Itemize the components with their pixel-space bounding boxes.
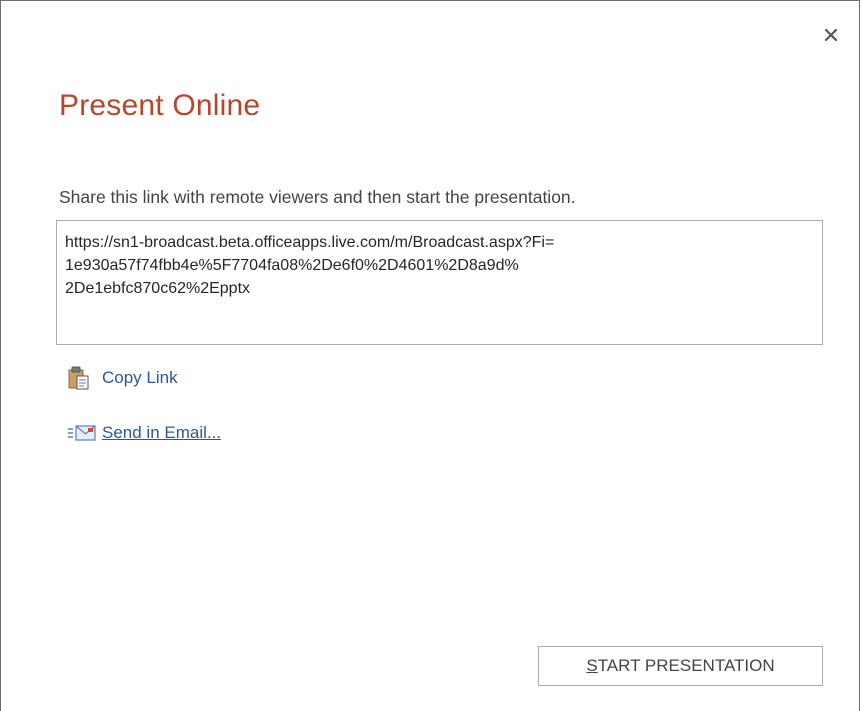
start-presentation-label: TART PRESENTATION (597, 656, 775, 675)
send-in-email-label[interactable]: Send in Email... (102, 423, 221, 443)
present-online-dialog: Present Online Share this link with remo… (0, 0, 860, 711)
close-icon[interactable] (824, 28, 838, 42)
instructions-text: Share this link with remote viewers and … (59, 187, 576, 207)
copy-link-label[interactable]: Copy Link (102, 368, 178, 388)
close-button[interactable] (819, 23, 843, 47)
copy-link-button[interactable]: Copy Link (68, 366, 178, 390)
email-icon (68, 421, 102, 445)
send-in-email-link[interactable]: Send in Email... (68, 421, 221, 445)
start-presentation-button[interactable]: S TART PRESENTATION (538, 646, 823, 686)
clipboard-icon (68, 366, 102, 390)
dialog-title: Present Online (59, 89, 261, 122)
broadcast-link-field[interactable]: https://sn1-broadcast.beta.officeapps.li… (56, 220, 823, 345)
start-presentation-mnemonic: S (586, 656, 598, 675)
